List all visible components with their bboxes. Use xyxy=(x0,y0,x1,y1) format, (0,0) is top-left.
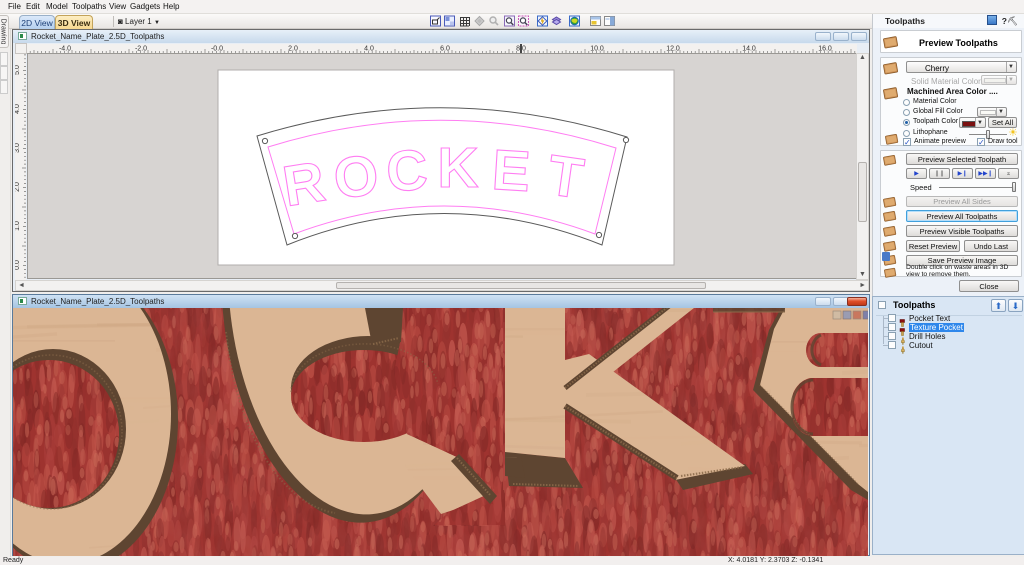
svg-text:E: E xyxy=(490,138,532,204)
svg-text:K: K xyxy=(437,136,478,200)
svg-text:14.0: 14.0 xyxy=(742,46,756,53)
svg-text:10.0: 10.0 xyxy=(590,46,604,53)
svg-text:3.0: 3.0 xyxy=(15,143,21,153)
svg-text:1.0: 1.0 xyxy=(15,221,21,231)
svg-text:12.0: 12.0 xyxy=(666,46,680,53)
svg-text:O: O xyxy=(331,143,382,211)
svg-text:5.0: 5.0 xyxy=(15,65,21,75)
svg-text:0.0: 0.0 xyxy=(15,260,21,270)
svg-text:16.0: 16.0 xyxy=(818,46,832,53)
svg-text:C: C xyxy=(385,138,429,204)
svg-text:2.0: 2.0 xyxy=(15,182,21,192)
svg-text:4.0: 4.0 xyxy=(15,104,21,114)
